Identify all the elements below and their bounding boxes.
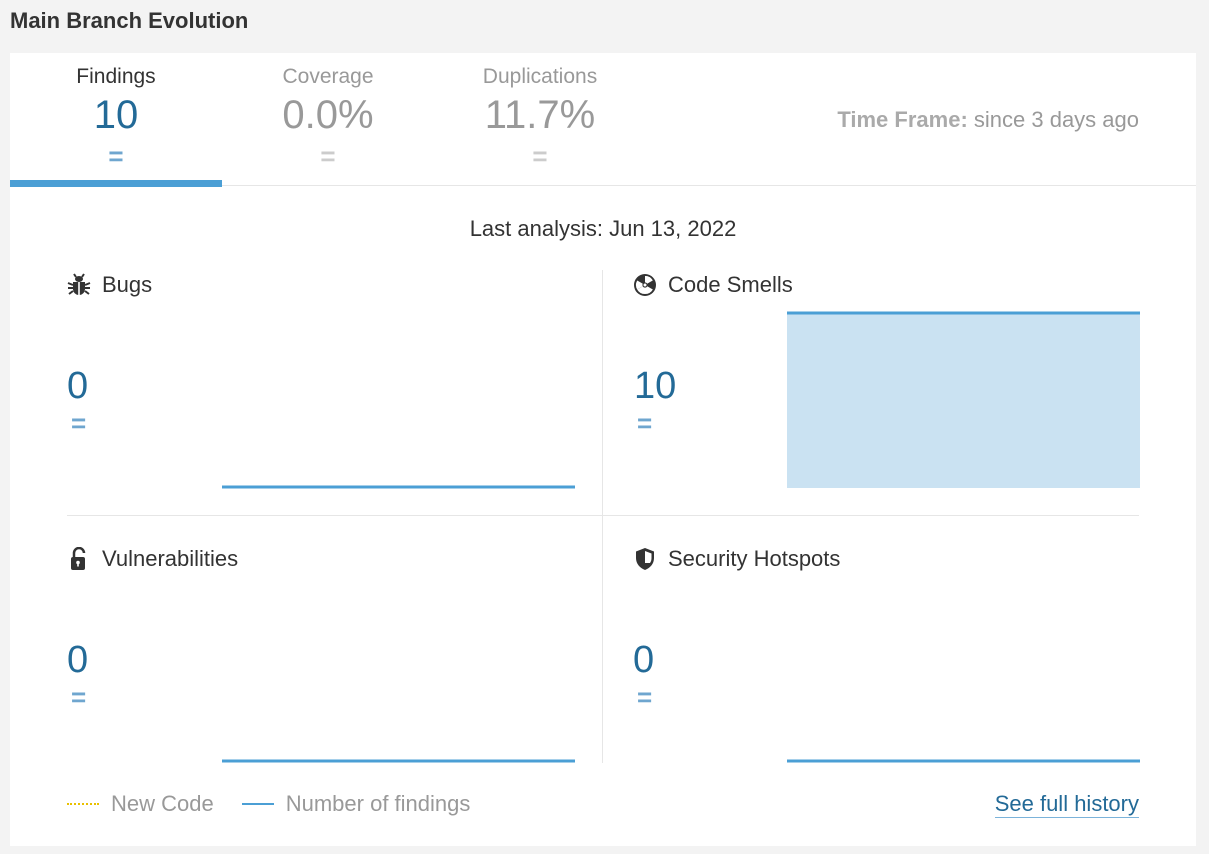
time-frame-value: since 3 days ago — [973, 107, 1139, 132]
panel-title: Vulnerabilities — [102, 546, 239, 571]
tab-delta: = — [320, 141, 336, 171]
horizontal-divider — [67, 515, 1139, 516]
code-smells-panel: Code Smells 10 = — [633, 270, 1140, 495]
tab-value: 0.0% — [282, 93, 374, 137]
radiation-icon — [634, 274, 656, 296]
tab-findings[interactable]: Findings 10 = — [10, 53, 222, 187]
number-of-findings-swatch — [241, 803, 274, 805]
bugs-sparkline — [222, 485, 575, 489]
panel-header: Bugs — [67, 270, 152, 300]
legend-new-code: New Code — [111, 791, 214, 816]
tab-delta: = — [108, 141, 124, 171]
vertical-divider — [602, 270, 603, 763]
shield-icon — [636, 548, 654, 570]
tab-value: 11.7% — [484, 93, 596, 137]
panel-header: Code Smells — [633, 270, 793, 300]
bug-icon — [67, 273, 91, 295]
vulnerabilities-sparkline — [222, 759, 575, 763]
unlocked-padlock-icon — [71, 547, 86, 570]
bugs-panel: Bugs 0 = — [67, 270, 577, 495]
page-title: Main Branch Evolution — [10, 8, 249, 33]
tab-duplications[interactable]: Duplications 11.7% = — [434, 53, 646, 186]
active-tab-indicator — [10, 180, 222, 187]
panel-header: Vulnerabilities — [67, 544, 238, 574]
findings-area — [787, 313, 1140, 488]
last-analysis: Last analysis: Jun 13, 2022 — [469, 216, 737, 241]
see-full-history-link[interactable]: See full history — [994, 791, 1139, 818]
code-smells-sparkline — [787, 311, 1140, 488]
tab-coverage[interactable]: Coverage 0.0% = — [222, 53, 434, 186]
tab-label: Findings — [76, 65, 156, 88]
legend-number-of-findings: Number of findings — [285, 791, 471, 816]
code-smells-delta: = — [637, 408, 653, 438]
new-code-swatch — [67, 803, 99, 805]
panel-title: Code Smells — [668, 272, 793, 297]
security-hotspots-count[interactable]: 0 — [633, 639, 654, 682]
bugs-count[interactable]: 0 — [67, 365, 88, 408]
security-hotspots-delta: = — [637, 682, 653, 712]
vulnerabilities-delta: = — [71, 682, 87, 712]
vulnerabilities-panel: Vulnerabilities 0 = — [67, 544, 577, 769]
security-hotspots-panel: Security Hotspots 0 = — [633, 544, 1140, 769]
metric-tabs: Findings 10 = Coverage 0.0% = Duplicatio… — [10, 53, 1196, 187]
chart-legend: New Code Number of findings — [67, 791, 470, 817]
tab-label: Duplications — [482, 65, 598, 88]
security-hotspots-sparkline — [787, 759, 1140, 763]
evolution-card: Findings 10 = Coverage 0.0% = Duplicatio… — [10, 53, 1196, 846]
time-frame-label: Time Frame: — [837, 107, 968, 132]
vulnerabilities-count[interactable]: 0 — [67, 639, 88, 682]
code-smells-count[interactable]: 10 — [634, 365, 676, 408]
tab-label: Coverage — [282, 65, 374, 88]
time-frame: Time Frame: since 3 days ago — [837, 107, 1139, 133]
tab-delta: = — [532, 141, 548, 171]
tab-value: 10 — [93, 93, 139, 137]
panel-title: Bugs — [102, 272, 153, 297]
bugs-delta: = — [71, 408, 87, 438]
